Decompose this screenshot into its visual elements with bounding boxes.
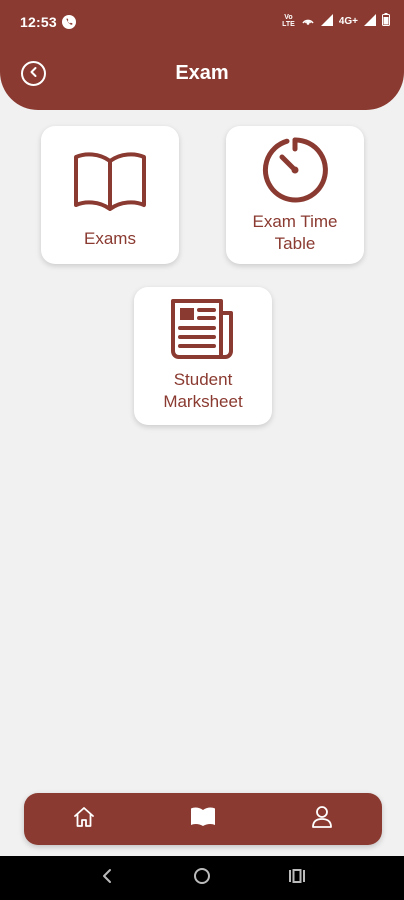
status-icons: Vo LTE 4G+ (282, 13, 390, 29)
system-home-icon (193, 867, 211, 890)
timer-icon (262, 136, 328, 204)
home-icon (72, 805, 96, 834)
exams-tile[interactable]: Exams (41, 126, 179, 264)
system-back-button[interactable] (87, 858, 127, 898)
exam-time-table-tile[interactable]: Exam Time Table (226, 126, 364, 264)
exam-time-table-label: Exam Time Table (252, 212, 338, 253)
app-header: 12:53 Vo LTE 4G+ Exam (0, 0, 404, 110)
network-type: 4G+ (338, 15, 358, 27)
user-icon (311, 805, 333, 834)
newspaper-icon (169, 295, 237, 363)
system-recents-button[interactable] (277, 858, 317, 898)
volte-indicator: Vo LTE (282, 14, 295, 28)
system-recents-icon (288, 868, 306, 889)
nav-home[interactable] (54, 799, 114, 839)
page-title: Exam (175, 62, 229, 84)
exams-label: Exams (84, 229, 136, 248)
signal-icon-1 (320, 13, 333, 29)
system-home-button[interactable] (182, 858, 222, 898)
open-book-icon (72, 148, 148, 216)
hotspot-icon (301, 13, 315, 29)
call-icon (62, 15, 76, 29)
volte-bottom-text: LTE (282, 21, 295, 28)
signal-icon-2 (364, 13, 376, 29)
nav-profile[interactable] (292, 799, 352, 839)
system-back-icon (101, 868, 113, 889)
student-marksheet-tile[interactable]: Student Marksheet (134, 287, 272, 425)
status-bar: 12:53 Vo LTE 4G+ (0, 0, 404, 44)
bottom-nav (24, 793, 382, 845)
nav-exams[interactable] (173, 799, 233, 839)
status-time: 12:53 (20, 14, 57, 30)
book-icon (190, 806, 216, 833)
battery-icon (382, 13, 390, 29)
system-nav-bar (0, 856, 404, 900)
student-marksheet-label: Student Marksheet (163, 370, 243, 411)
volte-top-text: Vo (284, 14, 293, 21)
